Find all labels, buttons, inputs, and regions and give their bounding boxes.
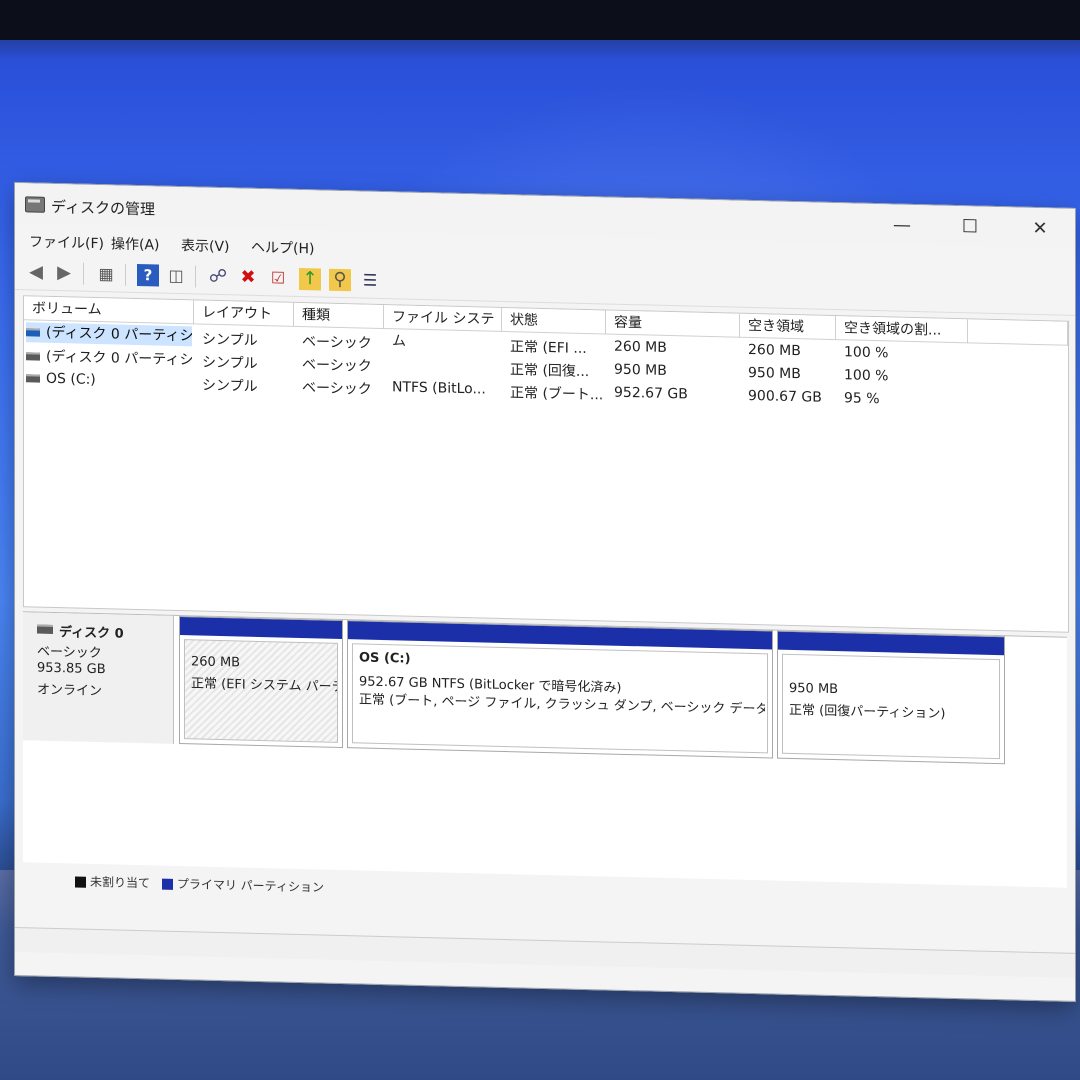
volume-list: ボリューム レイアウト 種類 ファイル システム 状態 容量 空き領域 空き領域…	[23, 295, 1069, 633]
col-free[interactable]: 空き領域	[740, 313, 836, 341]
toolbar-separator	[195, 265, 196, 288]
volume-name: (ディスク 0 パーティショ...	[46, 324, 192, 346]
partition-efi[interactable]: 260 MB 正常 (EFI システム パーティ	[179, 616, 343, 749]
partition-bar	[180, 617, 342, 640]
type-cell: ベーシック	[302, 380, 372, 398]
maximize-button[interactable]: ☐	[945, 212, 995, 243]
free-cell: 260 MB	[748, 341, 801, 360]
console-tree-icon[interactable]: ▦	[95, 263, 117, 286]
col-status[interactable]: 状態	[502, 307, 606, 335]
fs-cell	[392, 333, 500, 336]
type-cell: ベーシック	[302, 334, 372, 352]
status-cell: 正常 (EFI ...	[510, 339, 587, 357]
back-icon[interactable]: ◀	[25, 261, 47, 284]
window-title: ディスクの管理	[51, 197, 155, 219]
help-icon[interactable]: ?	[137, 264, 159, 287]
menu-view[interactable]: 表示(V)	[181, 235, 230, 256]
partition-size: 950 MB	[789, 680, 839, 698]
list-icon[interactable]: ☰	[359, 269, 381, 292]
connect-icon[interactable]: ☍	[207, 266, 229, 289]
menu-file[interactable]: ファイル(F)	[29, 231, 104, 253]
col-capacity[interactable]: 容量	[606, 310, 740, 338]
volume-icon	[26, 374, 40, 383]
partition-recovery[interactable]: 950 MB 正常 (回復パーティション)	[777, 630, 1005, 765]
action-pane-icon[interactable]: ◫	[165, 265, 187, 288]
delete-icon[interactable]: ✖	[237, 266, 259, 289]
legend-swatch-primary	[161, 878, 173, 890]
partition-os[interactable]: OS (C:) 952.67 GB NTFS (BitLocker で暗号化済み…	[347, 620, 773, 759]
col-filesystem[interactable]: ファイル システム	[384, 305, 502, 350]
partition-status: 正常 (回復パーティション)	[789, 702, 946, 722]
minimize-button[interactable]: —	[877, 210, 927, 241]
volume-icon	[26, 328, 40, 337]
capacity-cell: 950 MB	[614, 361, 667, 379]
volume-icon	[26, 352, 40, 361]
menu-help[interactable]: ヘルプ(H)	[251, 237, 314, 259]
toolbar-separator	[83, 262, 84, 285]
disk-name: ディスク 0	[59, 625, 124, 642]
disk-icon	[37, 624, 53, 634]
disk-size: 953.85 GB	[37, 660, 106, 678]
partition-title: OS (C:)	[359, 650, 411, 667]
layout-cell: シンプル	[202, 377, 258, 395]
properties-icon[interactable]: ☑	[267, 267, 289, 290]
partition-body: 260 MB 正常 (EFI システム パーティ	[184, 639, 338, 743]
table-row[interactable]: (ディスク 0 パーティショ...	[26, 322, 192, 347]
disk-management-window: ディスクの管理 — ☐ ✕ ファイル(F) 操作(A) 表示(V) ヘルプ(H)…	[14, 182, 1076, 1002]
fs-cell	[392, 356, 500, 359]
disk-graph-pane: ディスク 0 ベーシック 953.85 GB オンライン 260 MB 正常 (…	[23, 611, 1067, 888]
toolbar-separator	[125, 263, 126, 286]
free-cell: 900.67 GB	[748, 387, 822, 406]
fs-cell: NTFS (BitLo...	[392, 379, 486, 398]
disk-state: オンライン	[37, 682, 103, 700]
status-cell: 正常 (回復...	[510, 362, 590, 381]
legend: 未割り当て プライマリ パーティション	[75, 872, 324, 895]
free-cell: 950 MB	[748, 364, 801, 383]
col-layout[interactable]: レイアウト	[194, 300, 294, 327]
menu-action[interactable]: 操作(A)	[111, 233, 160, 254]
capacity-cell: 260 MB	[614, 338, 667, 356]
search-icon[interactable]: ⚲	[329, 268, 351, 292]
col-free-pct[interactable]: 空き領域の割...	[836, 316, 968, 344]
col-empty	[968, 319, 1068, 346]
pct-cell: 100 %	[844, 367, 889, 385]
col-type[interactable]: 種類	[294, 302, 384, 330]
screen-bezel	[0, 0, 1080, 40]
legend-primary: プライマリ パーティション	[176, 876, 324, 895]
partition-status: 正常 (EFI システム パーティ	[191, 676, 337, 695]
table-row[interactable]: (ディスク 0 パーティショ...	[26, 346, 192, 370]
close-button[interactable]: ✕	[1015, 213, 1065, 244]
capacity-cell: 952.67 GB	[614, 384, 688, 403]
legend-swatch-unallocated	[75, 876, 86, 888]
layout-cell: シンプル	[202, 354, 258, 372]
partition-size: 260 MB	[191, 654, 241, 671]
forward-icon[interactable]: ▶	[53, 262, 75, 285]
pct-cell: 100 %	[844, 344, 889, 362]
partition-body: OS (C:) 952.67 GB NTFS (BitLocker で暗号化済み…	[352, 643, 768, 754]
layout-cell: シンプル	[202, 331, 258, 349]
partition-body: 950 MB 正常 (回復パーティション)	[782, 653, 1000, 760]
legend-unallocated: 未割り当て	[90, 874, 151, 891]
status-bar	[15, 927, 1075, 978]
pct-cell: 95 %	[844, 390, 880, 408]
type-cell: ベーシック	[302, 357, 372, 375]
volume-name: (ディスク 0 パーティショ...	[46, 348, 192, 370]
partition-bar	[778, 631, 1004, 656]
disk-management-icon	[25, 196, 45, 213]
col-volume[interactable]: ボリューム	[24, 296, 194, 325]
disk-info[interactable]: ディスク 0 ベーシック 953.85 GB オンライン	[23, 612, 174, 744]
status-cell: 正常 (ブート...	[510, 385, 604, 404]
partition-status: 正常 (ブート, ページ ファイル, クラッシュ ダンプ, ベーシック データ …	[359, 692, 765, 718]
disk-type: ベーシック	[37, 644, 102, 662]
volume-name: OS (C:)	[46, 370, 96, 388]
format-icon[interactable]: ↑	[299, 267, 321, 291]
table-row[interactable]: OS (C:)	[26, 368, 192, 392]
